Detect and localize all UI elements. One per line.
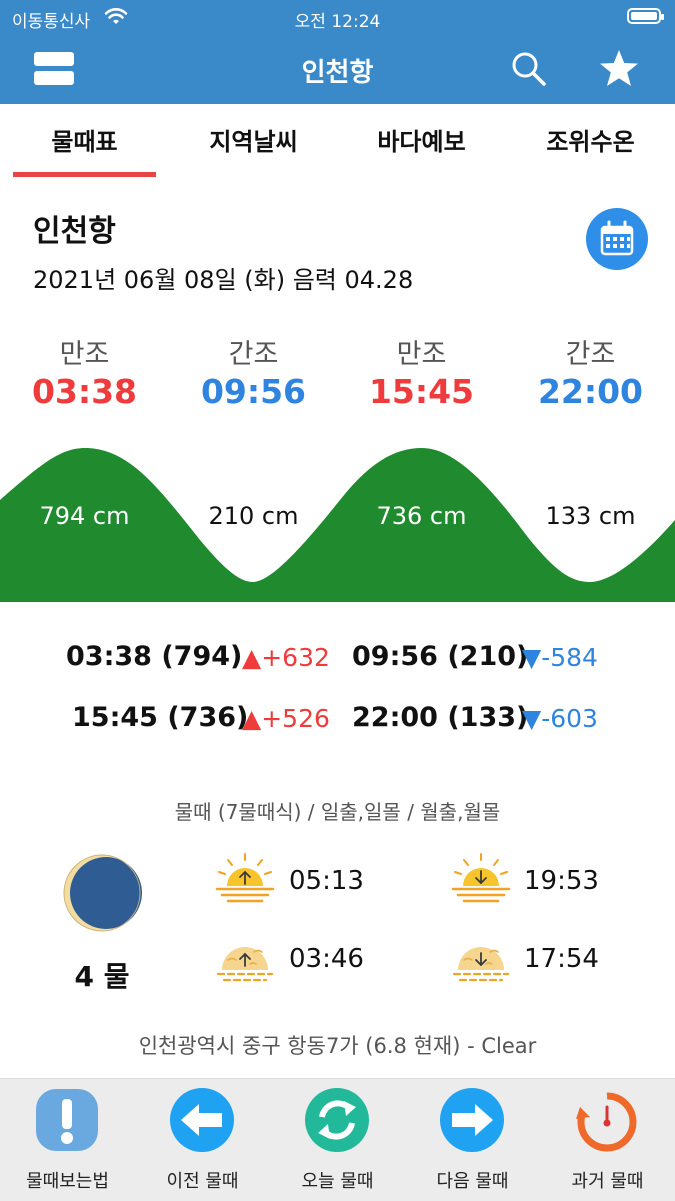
tide-detail-2: 09:56 (210) [352, 641, 529, 672]
previous-tide-button[interactable]: 이전 물때 [135, 1079, 270, 1201]
history-icon [576, 1091, 637, 1152]
sunrise-icon [215, 853, 275, 903]
sunrise-time: 05:13 [289, 866, 364, 896]
tab-sea-forecast[interactable]: 바다예보 [337, 122, 506, 157]
tab-tide-table[interactable]: 물때표 [0, 122, 169, 157]
tide-type-2: 간조 [228, 339, 279, 370]
tide-level-2: 210 cm [208, 502, 299, 530]
tide-type-4: 간조 [565, 339, 616, 370]
tide-type-3: 만조 [396, 339, 447, 370]
tab-bar: 물때표 지역날씨 바다예보 조위수온 [0, 104, 675, 178]
date-line: 2021년 06월 08일 (화) 음력 04.28 [33, 266, 414, 294]
tide-time-4: 22:00 [537, 372, 644, 411]
clock: 오전 12:24 [294, 12, 381, 32]
star-icon[interactable] [598, 48, 640, 90]
arrow-left-icon [170, 1088, 234, 1152]
tide-level-1: 794 cm [39, 502, 130, 530]
tab-selected-indicator [13, 172, 156, 177]
past-tide-button[interactable]: 과거 물때 [540, 1079, 675, 1201]
tide-delta-4: ▼-603 [522, 704, 598, 733]
toolbar-label-past: 과거 물때 [571, 1171, 644, 1192]
tide-detail-1: 03:38 (794) [66, 641, 243, 672]
tide-delta-1: ▲+632 [242, 643, 330, 672]
search-icon[interactable] [510, 50, 548, 88]
moon-phase-label: 4 물 [74, 960, 130, 993]
tide-type-1: 만조 [59, 339, 110, 370]
calendar-icon [600, 220, 634, 256]
tide-level-3: 736 cm [376, 502, 467, 530]
sunset-time: 19:53 [524, 866, 599, 896]
refresh-icon [305, 1088, 369, 1152]
arrow-right-icon [440, 1088, 504, 1152]
tide-delta-3: ▲+526 [242, 704, 330, 733]
exclamation-icon [36, 1089, 98, 1151]
tide-delta-2: ▼-584 [522, 643, 598, 672]
tab-local-weather[interactable]: 지역날씨 [169, 122, 338, 157]
moonrise-time: 03:46 [289, 944, 364, 974]
moonset-time: 17:54 [524, 944, 599, 974]
status-bar: 이동통신사 오전 12:24 [0, 0, 675, 34]
toolbar-label-next: 다음 물때 [436, 1171, 509, 1192]
next-tide-button[interactable]: 다음 물때 [405, 1079, 540, 1201]
moonset-icon [452, 947, 510, 982]
tide-time-3: 15:45 [368, 372, 475, 411]
tide-detail-3: 15:45 (736) [72, 702, 249, 733]
moonrise-icon [216, 947, 274, 982]
tide-level-4: 133 cm [545, 502, 636, 530]
location-name: 인천항 [33, 214, 116, 249]
sunset-icon [451, 853, 511, 903]
tide-time-1: 03:38 [31, 372, 138, 411]
calendar-button[interactable] [586, 208, 648, 270]
tide-detail-4: 22:00 (133) [352, 702, 529, 733]
location-weather-line: 인천광역시 중구 항동7가 (6.8 현재) - Clear [138, 1034, 537, 1058]
tide-time-2: 09:56 [200, 372, 307, 411]
toolbar-label-previous: 이전 물때 [166, 1171, 239, 1192]
section-caption: 물때 (7물때식) / 일출,일몰 / 월출,월몰 [174, 800, 501, 824]
nav-bar: 인천항 [0, 34, 675, 104]
page-title: 인천항 [301, 58, 374, 88]
toolbar-label-how-to: 물때보는법 [26, 1171, 109, 1192]
toolbar-label-today: 오늘 물때 [301, 1171, 374, 1192]
bottom-toolbar: 물때보는법 이전 물때 오늘 물때 다음 물때 과거 물때 [0, 1078, 675, 1201]
battery-icon [627, 8, 664, 24]
moon-phase-icon [63, 854, 142, 932]
how-to-read-button[interactable]: 물때보는법 [0, 1079, 135, 1201]
tab-tide-water-temp[interactable]: 조위수온 [506, 122, 675, 157]
today-tide-button[interactable]: 오늘 물때 [270, 1079, 405, 1201]
